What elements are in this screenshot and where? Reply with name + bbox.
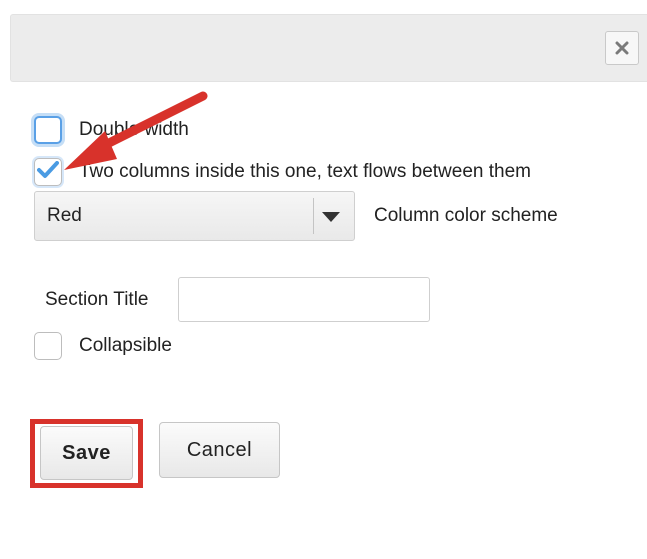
double-width-checkbox[interactable] <box>34 116 62 144</box>
two-columns-option[interactable]: Two columns inside this one, text flows … <box>34 158 531 186</box>
close-icon <box>615 41 629 55</box>
checkmark-icon <box>37 160 59 184</box>
save-button[interactable]: Save <box>40 426 133 480</box>
section-title-label: Section Title <box>45 289 149 310</box>
caret-down-icon <box>321 210 341 228</box>
color-scheme-caption: Column color scheme <box>374 205 558 226</box>
color-scheme-selected-value: Red <box>47 205 82 226</box>
column-settings-dialog: Double width Two columns inside this one… <box>0 0 647 559</box>
collapsible-checkbox[interactable] <box>34 332 62 360</box>
section-title-input[interactable] <box>178 277 430 322</box>
dialog-header <box>10 14 647 82</box>
two-columns-checkbox[interactable] <box>34 158 62 186</box>
color-scheme-select[interactable]: Red <box>34 191 355 241</box>
collapsible-label: Collapsible <box>79 335 172 356</box>
close-button[interactable] <box>605 31 639 65</box>
two-columns-label: Two columns inside this one, text flows … <box>79 161 532 182</box>
double-width-label: Double width <box>79 119 189 140</box>
double-width-option[interactable]: Double width <box>34 116 189 144</box>
select-divider <box>313 198 314 234</box>
cancel-button[interactable]: Cancel <box>159 422 280 478</box>
collapsible-option[interactable]: Collapsible <box>34 332 172 360</box>
